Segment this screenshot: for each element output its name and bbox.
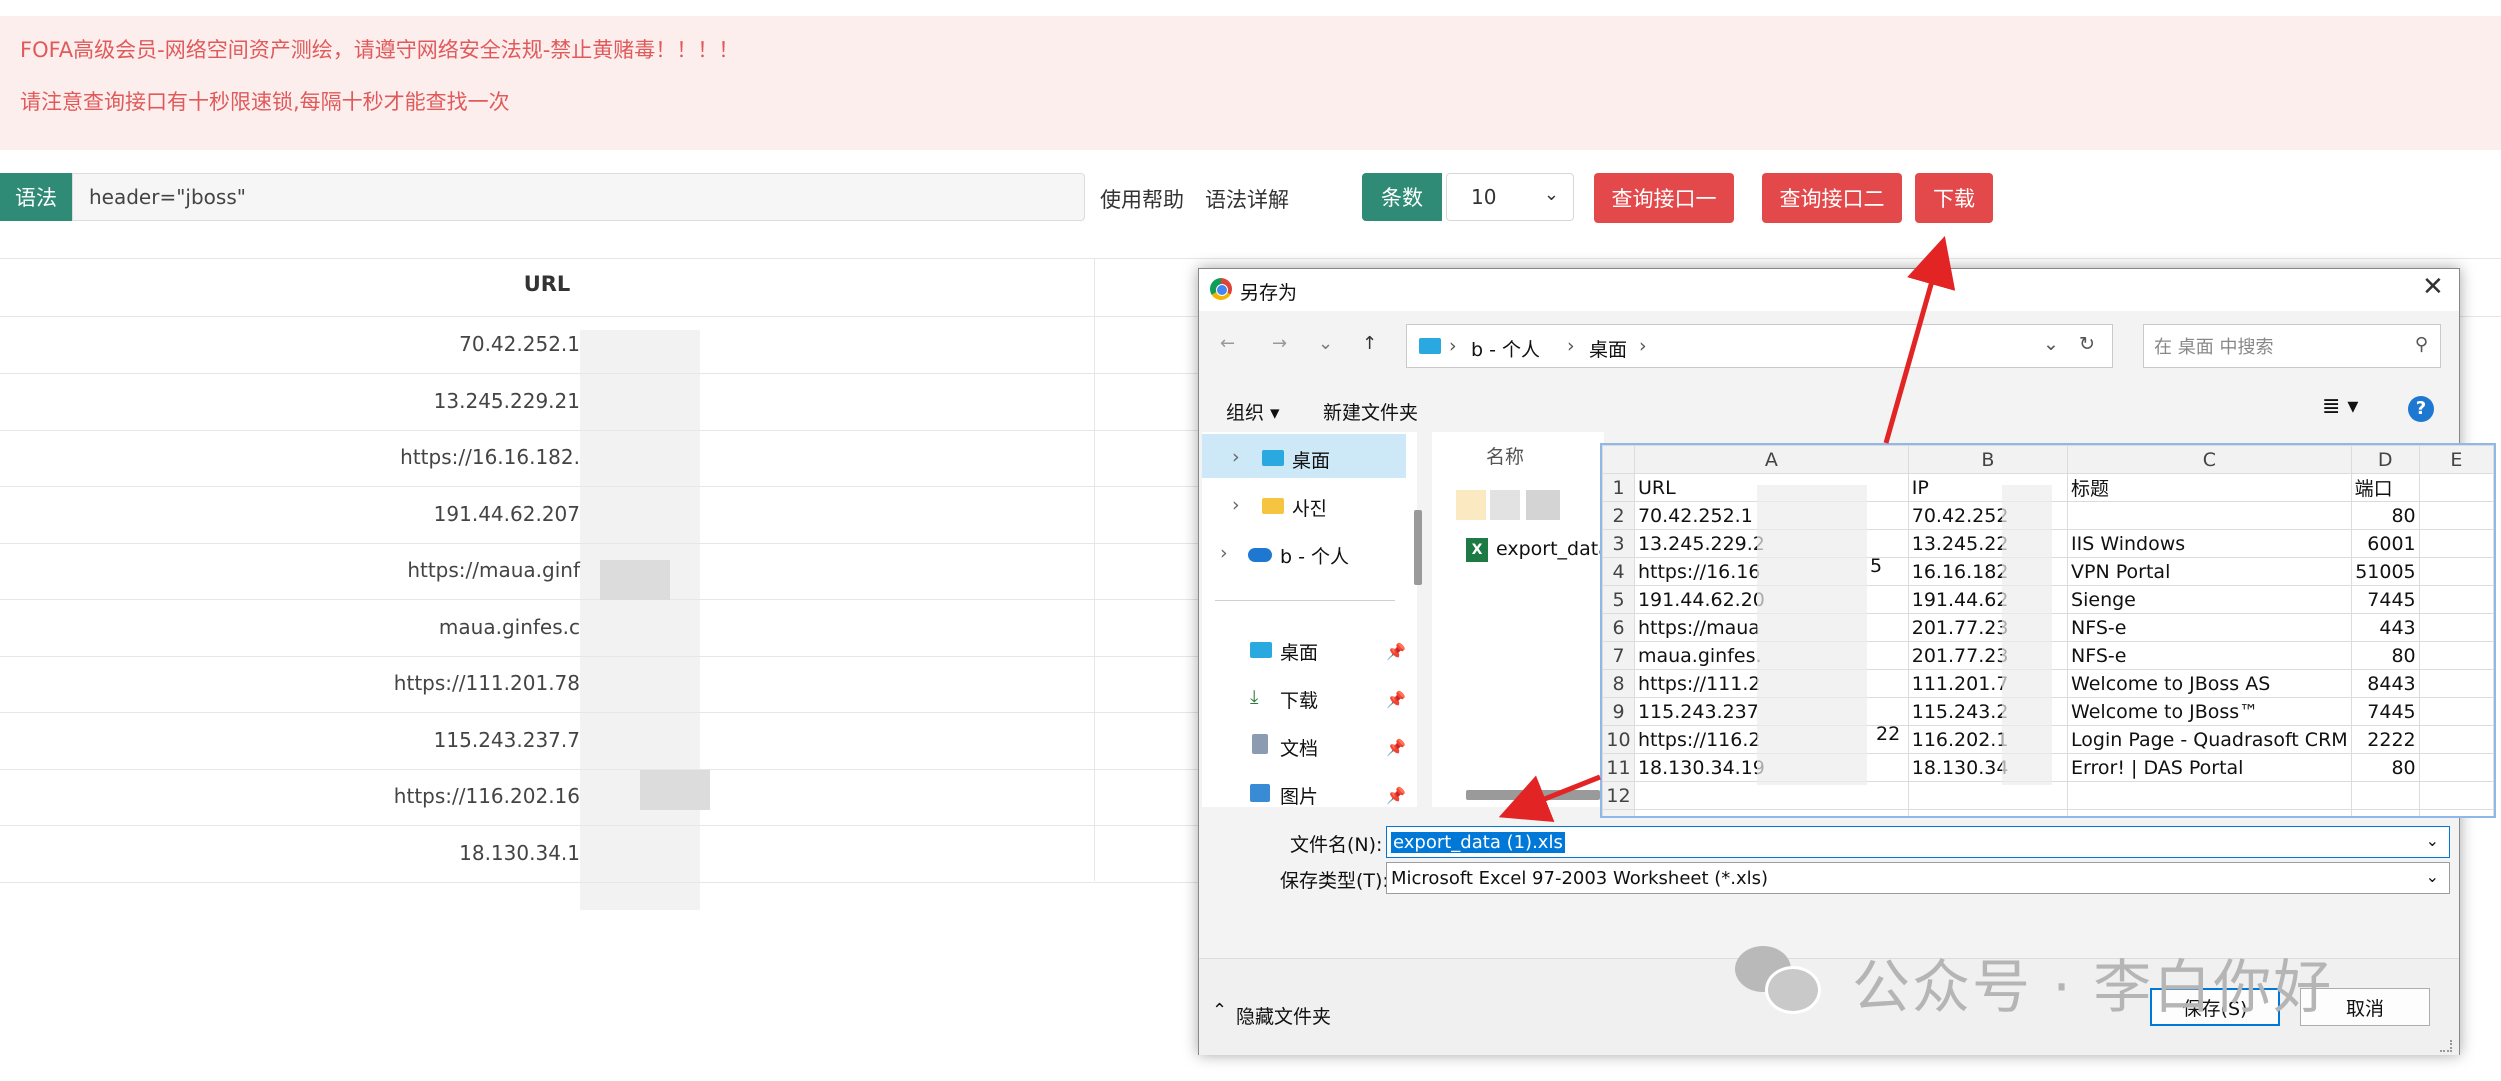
- annotation-arrows: [1498, 235, 1956, 822]
- watermark-text: 公众号 · 李白你好: [1852, 953, 2334, 1021]
- arrow-to-exported-file: [1498, 774, 1601, 822]
- sheet-fragment: 22: [1876, 723, 1901, 745]
- arrow-to-download-button: [1883, 235, 1956, 444]
- sheet-fragment: 5: [1870, 555, 1883, 577]
- wechat-logo-icon: [1735, 940, 1821, 1014]
